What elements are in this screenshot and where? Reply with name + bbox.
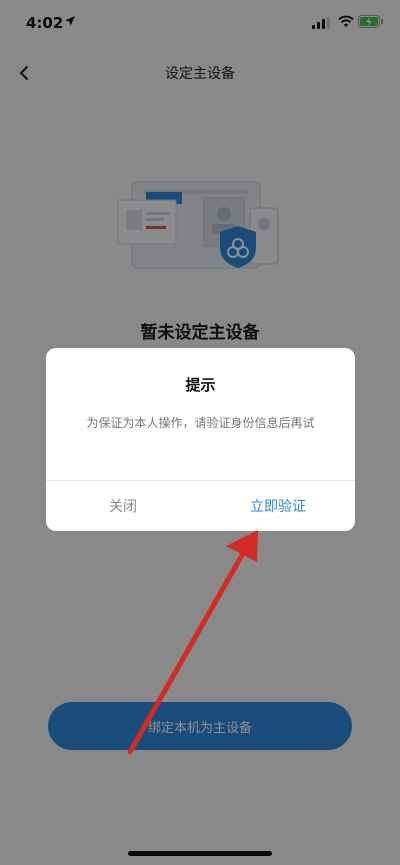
verification-dialog: 提示 为保证为本人操作，请验证身份信息后再试 关闭 立即验证 (46, 348, 355, 531)
dialog-title: 提示 (185, 376, 216, 394)
verify-now-button[interactable]: 立即验证 (201, 481, 355, 531)
dialog-message: 为保证为本人操作，请验证身份信息后再试 (86, 416, 315, 430)
close-button[interactable]: 关闭 (46, 481, 200, 531)
